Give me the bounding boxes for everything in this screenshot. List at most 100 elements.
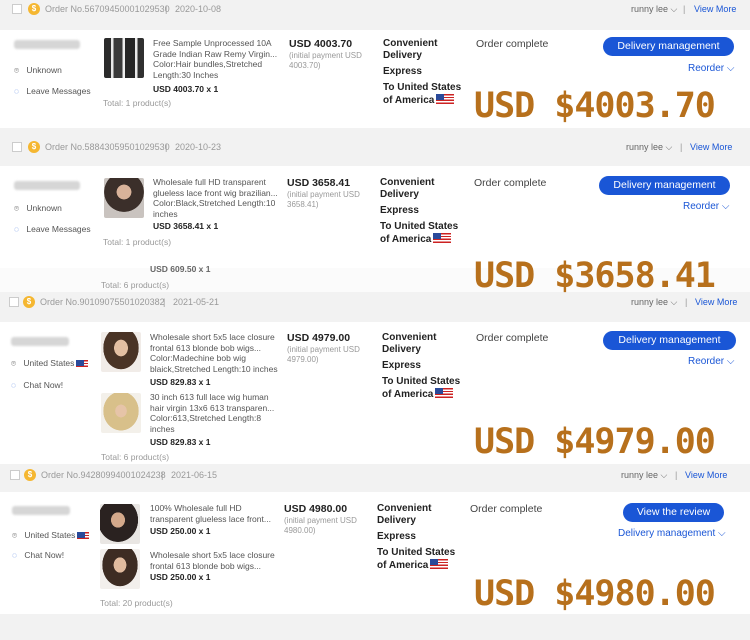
us-flag-icon: [436, 94, 455, 104]
message-icon: ◌: [14, 224, 20, 234]
product-price: USD 829.83 x 1: [150, 377, 211, 387]
shipping-destination: To United States of America: [377, 547, 456, 571]
order-number: Order No.90109075501020382: [40, 297, 165, 307]
product-thumbnail[interactable]: [101, 393, 141, 433]
product-thumbnail[interactable]: [100, 549, 140, 589]
product-description[interactable]: Wholesale full HD transparent glueless l…: [153, 177, 281, 219]
product-thumbnail[interactable]: [104, 178, 144, 218]
order-number: Order No.94280994001024238: [41, 470, 166, 480]
coin-icon: $: [28, 3, 40, 15]
location-pin-icon: ⌾: [14, 203, 20, 213]
reorder-link[interactable]: Reorder ⌵: [688, 356, 735, 367]
chat-now-link[interactable]: ◌ Chat Now!: [11, 380, 63, 390]
initial-payment: (initial payment USD 3658.41): [287, 190, 360, 209]
seller-name: runny lee: [626, 142, 664, 152]
view-more-link[interactable]: View More: [690, 142, 732, 152]
seller-dropdown[interactable]: runny lee ⌵: [631, 297, 677, 308]
product-description[interactable]: 30 inch 613 full lace wig human hair vir…: [150, 392, 278, 434]
order-total-count: Total: 1 product(s): [103, 237, 172, 247]
shipping-method: Convenient Delivery: [380, 177, 435, 200]
product-description[interactable]: Wholesale short 5x5 lace closure frontal…: [150, 550, 278, 572]
coin-icon: $: [23, 296, 35, 308]
order-total-count: Total: 20 product(s): [100, 598, 173, 608]
chevron-down-icon: ⌵: [670, 4, 678, 14]
delivery-management-button[interactable]: Delivery management: [603, 331, 736, 350]
order-select-checkbox[interactable]: [12, 4, 22, 14]
separator: |: [683, 4, 686, 14]
order-total-count: Total: 6 product(s): [101, 452, 170, 462]
separator: |: [685, 297, 688, 307]
chat-now-link[interactable]: ◌ Chat Now!: [12, 550, 64, 560]
order-date: 2021-05-21: [173, 297, 220, 307]
buyer-location: ⌾ United States: [11, 358, 89, 369]
buyer-name-blurred: [11, 337, 69, 346]
order-select-checkbox[interactable]: [12, 142, 22, 152]
product-price: USD 3658.41 x 1: [153, 221, 219, 231]
us-flag-icon: [76, 360, 89, 367]
shipping-express: Express: [377, 531, 416, 542]
shipping-method: Convenient Delivery: [377, 503, 432, 526]
order-total-count: Total: 1 product(s): [103, 98, 172, 108]
product-thumbnail[interactable]: [104, 38, 144, 78]
shipping-block: Convenient Delivery Express To United St…: [383, 38, 468, 111]
product-thumbnail[interactable]: [101, 332, 141, 372]
product-description[interactable]: 100% Wholesale full HD transparent gluel…: [150, 503, 278, 525]
payment-amount: USD 4003.70: [289, 38, 353, 50]
shipping-block: Convenient Delivery Express To United St…: [382, 332, 467, 405]
product-description[interactable]: Wholesale short 5x5 lace closure frontal…: [150, 332, 278, 374]
order-header: $ Order No.58843059501029530 | 2020-10-2…: [0, 138, 750, 158]
price-overlay: USD $4003.70: [474, 86, 716, 126]
order-status: Order complete: [474, 177, 547, 189]
delivery-management-link[interactable]: Delivery management ⌵: [618, 528, 726, 539]
order-date: 2020-10-23: [175, 142, 222, 152]
seller-dropdown[interactable]: runny lee ⌵: [621, 470, 667, 481]
seller-dropdown[interactable]: runny lee ⌵: [631, 4, 677, 15]
price-overlay: USD $4980.00: [474, 574, 716, 614]
separator: |: [675, 470, 678, 480]
seller-name: runny lee: [621, 470, 659, 480]
shipping-method: Convenient Delivery: [382, 332, 437, 355]
message-icon: ◌: [12, 550, 18, 560]
order-date-separator: |: [163, 297, 166, 307]
order-status: Order complete: [476, 332, 549, 344]
order-list-screenshot: $ Order No.56709450001029530 | 2020-10-0…: [0, 0, 750, 640]
location-pin-icon: ⌾: [12, 530, 18, 540]
shipping-express: Express: [383, 66, 422, 77]
price-overlay: USD $4979.00: [474, 422, 716, 462]
order-date: 2020-10-08: [175, 4, 222, 14]
order-date: 2021-06-15: [171, 470, 218, 480]
product-price: USD 609.50 x 1: [150, 264, 211, 274]
order-select-checkbox[interactable]: [9, 297, 19, 307]
shipping-block: Convenient Delivery Express To United St…: [377, 503, 462, 576]
seller-name: runny lee: [631, 297, 669, 307]
us-flag-icon: [430, 559, 449, 569]
reorder-link[interactable]: Reorder ⌵: [688, 63, 735, 74]
order-number: Order No.58843059501029530: [45, 142, 170, 152]
delivery-management-button[interactable]: Delivery management: [603, 37, 734, 56]
buyer-name-blurred: [12, 506, 70, 515]
leave-messages-link[interactable]: ◌ Leave Messages: [14, 86, 91, 96]
view-more-link[interactable]: View More: [695, 297, 737, 307]
message-icon: ◌: [11, 380, 17, 390]
buyer-location: ⌾ Unknown: [14, 203, 62, 213]
order-number: Order No.56709450001029530: [45, 4, 170, 14]
buyer-location: ⌾ United States: [12, 530, 90, 541]
delivery-management-button[interactable]: Delivery management: [599, 176, 730, 195]
view-review-button[interactable]: View the review: [623, 503, 724, 522]
product-description[interactable]: Free Sample Unprocessed 10A Grade Indian…: [153, 38, 281, 80]
product-thumbnail[interactable]: [100, 504, 140, 544]
order-header: $ Order No.94280994001024238 | 2021-06-1…: [0, 466, 750, 486]
payment-block: USD 4979.00 (initial payment USD 4979.00…: [287, 332, 375, 365]
seller-dropdown[interactable]: runny lee ⌵: [626, 142, 672, 153]
leave-messages-link[interactable]: ◌ Leave Messages: [14, 224, 91, 234]
order-select-checkbox[interactable]: [10, 470, 20, 480]
price-overlay: USD $3658.41: [474, 256, 716, 296]
chevron-down-icon: ⌵: [726, 356, 735, 367]
view-more-link[interactable]: View More: [694, 4, 736, 14]
reorder-link[interactable]: Reorder ⌵: [683, 201, 730, 212]
buyer-name-blurred: [14, 181, 80, 190]
location-pin-icon: ⌾: [14, 65, 20, 75]
payment-block: USD 4980.00 (initial payment USD 4980.00…: [284, 503, 372, 536]
shipping-block: Convenient Delivery Express To United St…: [380, 177, 465, 250]
view-more-link[interactable]: View More: [685, 470, 727, 480]
